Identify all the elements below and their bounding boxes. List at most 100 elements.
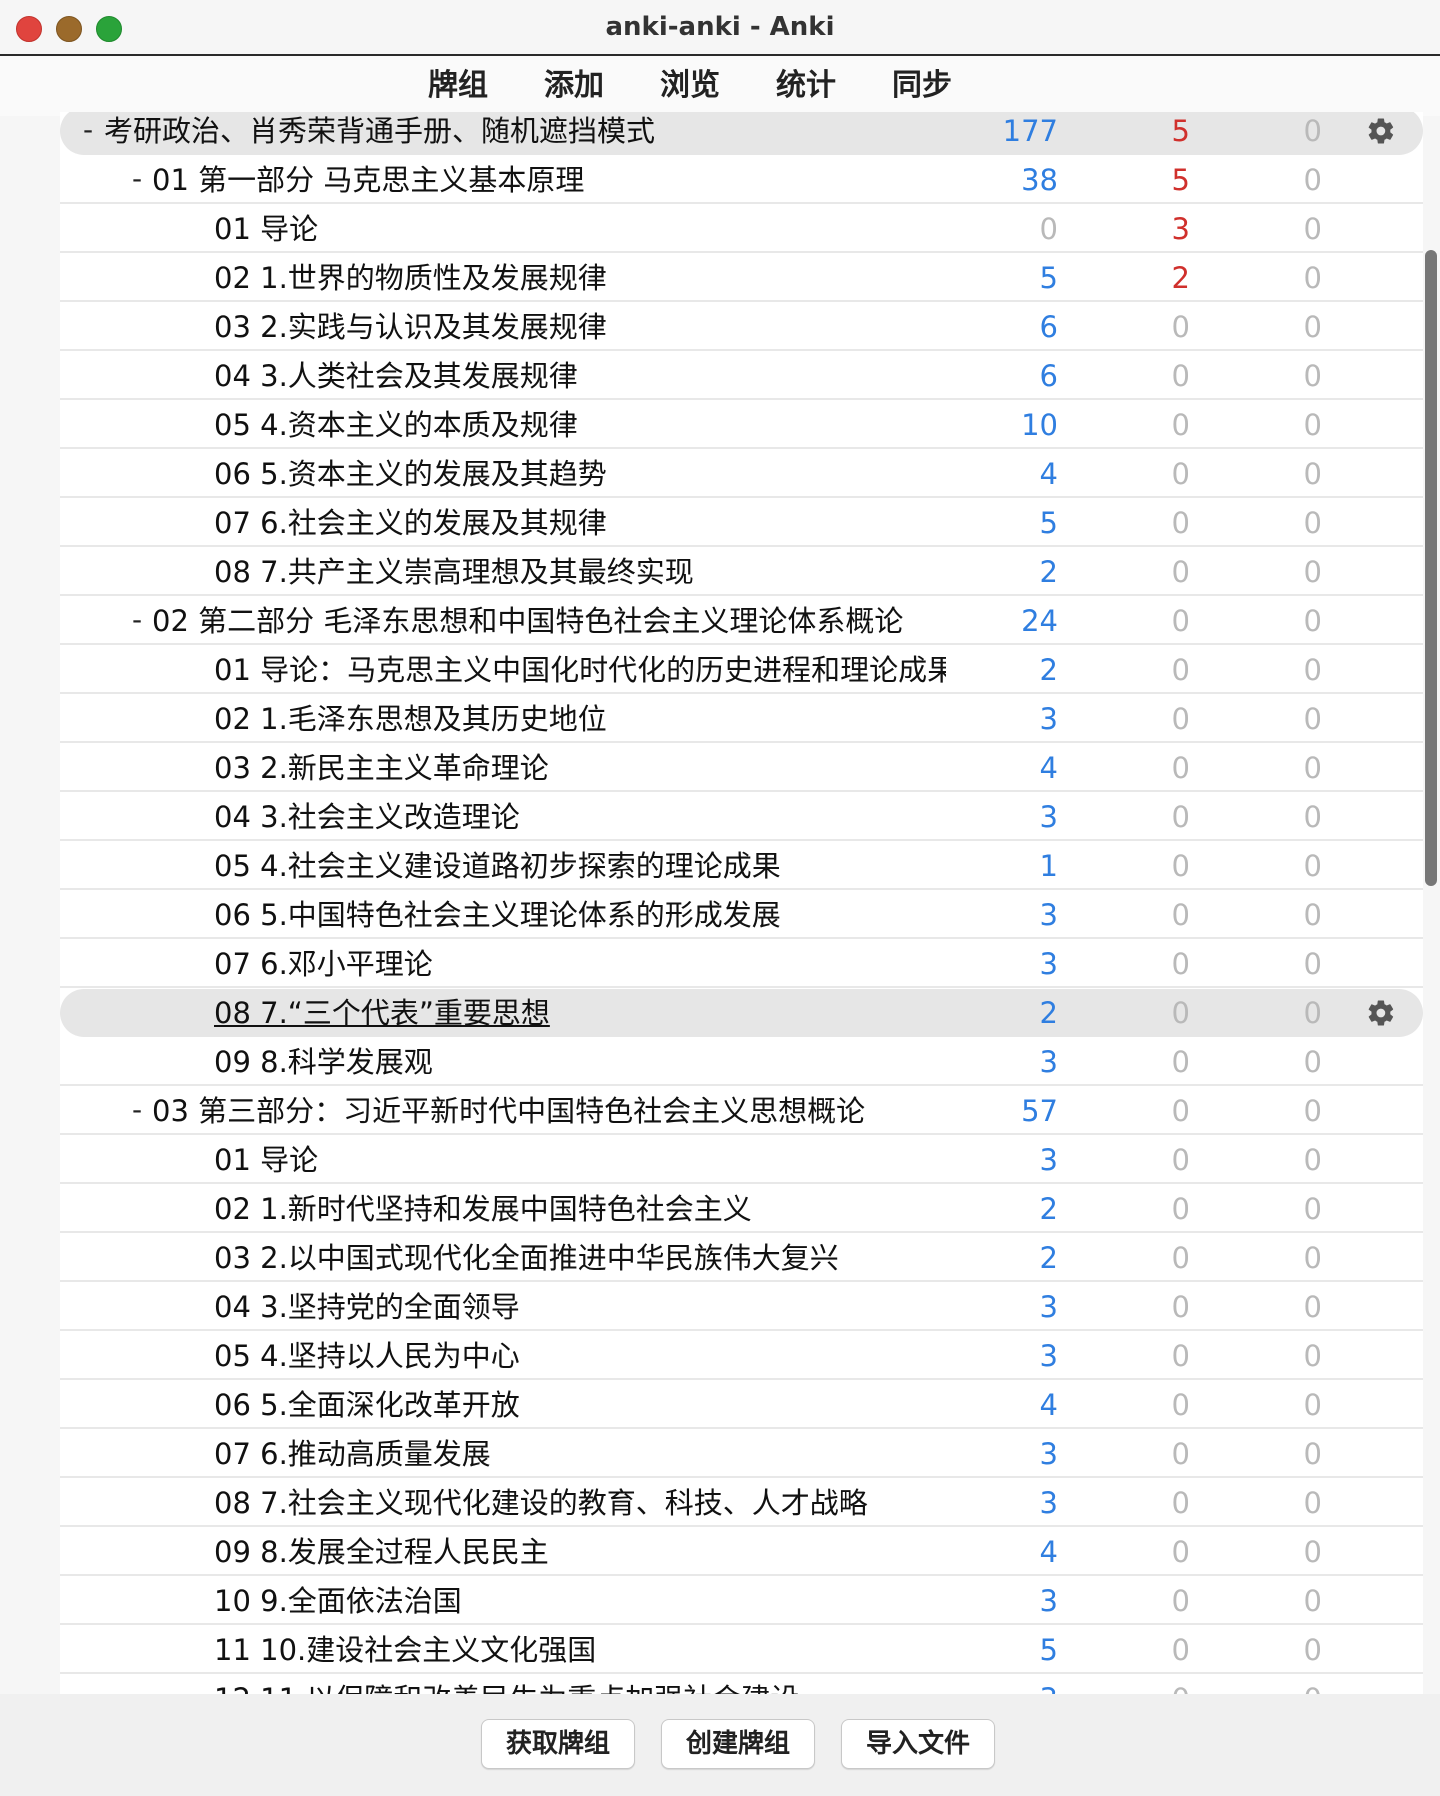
- deck-row[interactable]: 11 10.建设社会主义文化强国 5 0 0: [60, 1626, 1423, 1674]
- collapse-toggle[interactable]: -: [125, 156, 149, 204]
- deck-name[interactable]: 07 6.邓小平理论: [214, 940, 946, 988]
- deck-row[interactable]: 08 7.共产主义崇高理想及其最终实现 2 0 0: [60, 548, 1423, 596]
- deck-list: - 考研政治、肖秀荣背通手册、随机遮挡模式 177 5 0-01 第一部分 马克思主义基…: [60, 112, 1423, 1694]
- review-count: 0: [1303, 947, 1322, 981]
- deck-row[interactable]: 04 3.人类社会及其发展规律 6 0 0: [60, 352, 1423, 400]
- deck-name[interactable]: 03 2.新民主主义革命理论: [214, 744, 946, 792]
- deck-name[interactable]: 03 第三部分：习近平新时代中国特色社会主义思想概论: [152, 1087, 946, 1135]
- deck-row[interactable]: -02 第二部分 毛泽东思想和中国特色社会主义理论体系概论 24 0 0: [60, 597, 1423, 645]
- deck-row[interactable]: -01 第一部分 马克思主义基本原理 38 5 0: [60, 156, 1423, 204]
- deck-name[interactable]: 04 3.社会主义改造理论: [214, 793, 946, 841]
- deck-name[interactable]: 04 3.坚持党的全面领导: [214, 1283, 946, 1331]
- deck-name[interactable]: 01 导论: [214, 205, 946, 253]
- deck-row[interactable]: 05 4.坚持以人民为中心 3 0 0: [60, 1332, 1423, 1380]
- new-count: 3: [1039, 947, 1058, 981]
- new-count: 4: [1039, 1388, 1058, 1422]
- deck-name[interactable]: 06 5.资本主义的发展及其趋势: [214, 450, 946, 498]
- deck-row[interactable]: 09 8.科学发展观 3 0 0: [60, 1038, 1423, 1086]
- review-count: 0: [1303, 604, 1322, 638]
- review-count: 0: [1303, 751, 1322, 785]
- deck-name[interactable]: 02 1.新时代坚持和发展中国特色社会主义: [214, 1185, 946, 1233]
- deck-row[interactable]: 07 6.推动高质量发展 3 0 0: [60, 1430, 1423, 1478]
- deck-name[interactable]: 09 8.发展全过程人民民主: [214, 1528, 946, 1576]
- deck-name[interactable]: 01 导论：马克思主义中国化时代化的历史进程和理论成果: [214, 646, 946, 694]
- review-count: 0: [1303, 163, 1322, 197]
- deck-name[interactable]: 12 11.以保障和改善民生为重点加强社会建设: [214, 1675, 946, 1694]
- learn-count: 0: [1171, 1192, 1190, 1226]
- deck-name[interactable]: 01 导论: [214, 1136, 946, 1184]
- deck-name[interactable]: 05 4.资本主义的本质及规律: [214, 401, 946, 449]
- deck-name[interactable]: 11 10.建设社会主义文化强国: [214, 1626, 946, 1674]
- learn-count: 0: [1171, 1388, 1190, 1422]
- deck-row[interactable]: 03 2.实践与认识及其发展规律 6 0 0: [60, 303, 1423, 351]
- collapse-toggle[interactable]: -: [125, 597, 149, 645]
- toolbar-stats-button[interactable]: 统计: [748, 56, 864, 116]
- deck-row[interactable]: 12 11.以保障和改善民生为重点加强社会建设 3 0 0: [60, 1675, 1423, 1694]
- deck-row[interactable]: 01 导论 3 0 0: [60, 1136, 1423, 1184]
- toolbar-browse-button[interactable]: 浏览: [632, 56, 748, 116]
- import-file-button[interactable]: 导入文件: [841, 1719, 995, 1769]
- deck-row[interactable]: 05 4.社会主义建设道路初步探索的理论成果 1 0 0: [60, 842, 1423, 890]
- deck-row[interactable]: 04 3.社会主义改造理论 3 0 0: [60, 793, 1423, 841]
- deck-list-scrollbar[interactable]: [1422, 112, 1440, 1694]
- deck-row[interactable]: 04 3.坚持党的全面领导 3 0 0: [60, 1283, 1423, 1331]
- new-count: 24: [1021, 604, 1058, 638]
- deck-name[interactable]: 03 2.实践与认识及其发展规律: [214, 303, 946, 351]
- review-count: 0: [1303, 898, 1322, 932]
- create-deck-button[interactable]: 创建牌组: [661, 1719, 815, 1769]
- deck-row[interactable]: 02 1.毛泽东思想及其历史地位 3 0 0: [60, 695, 1423, 743]
- deck-row[interactable]: -03 第三部分：习近平新时代中国特色社会主义思想概论 57 0 0: [60, 1087, 1423, 1135]
- deck-row[interactable]: 03 2.以中国式现代化全面推进中华民族伟大复兴 2 0 0: [60, 1234, 1423, 1282]
- deck-row[interactable]: 08 7.社会主义现代化建设的教育、科技、人才战略 3 0 0: [60, 1479, 1423, 1527]
- deck-row[interactable]: 07 6.邓小平理论 3 0 0: [60, 940, 1423, 988]
- deck-row[interactable]: 02 1.世界的物质性及发展规律 5 2 0: [60, 254, 1423, 302]
- deck-name[interactable]: 08 7.共产主义崇高理想及其最终实现: [214, 548, 946, 596]
- deck-name[interactable]: 01 第一部分 马克思主义基本原理: [152, 156, 946, 204]
- deck-name[interactable]: 08 7.社会主义现代化建设的教育、科技、人才战略: [214, 1479, 946, 1527]
- learn-count: 0: [1171, 1241, 1190, 1275]
- deck-row[interactable]: 06 5.全面深化改革开放 4 0 0: [60, 1381, 1423, 1429]
- deck-name[interactable]: 03 2.以中国式现代化全面推进中华民族伟大复兴: [214, 1234, 946, 1282]
- deck-row[interactable]: 01 导论 0 3 0: [60, 205, 1423, 253]
- deck-name[interactable]: 04 3.人类社会及其发展规律: [214, 352, 946, 400]
- deck-row[interactable]: - 考研政治、肖秀荣背通手册、随机遮挡模式 177 5 0: [60, 112, 1423, 155]
- toolbar-add-button[interactable]: 添加: [516, 56, 632, 116]
- deck-row[interactable]: 08 7.“三个代表”重要思想 2 0 0: [60, 989, 1423, 1037]
- new-count: 3: [1039, 898, 1058, 932]
- deck-name[interactable]: 考研政治、肖秀荣背通手册、随机遮挡模式: [104, 112, 946, 155]
- deck-name[interactable]: 09 8.科学发展观: [214, 1038, 946, 1086]
- deck-name[interactable]: 05 4.坚持以人民为中心: [214, 1332, 946, 1380]
- get-shared-button[interactable]: 获取牌组: [481, 1719, 635, 1769]
- toolbar-decks-button[interactable]: 牌组: [400, 56, 516, 116]
- deck-row[interactable]: 05 4.资本主义的本质及规律 10 0 0: [60, 401, 1423, 449]
- deck-name[interactable]: 02 1.毛泽东思想及其历史地位: [214, 695, 946, 743]
- deck-row[interactable]: 06 5.资本主义的发展及其趋势 4 0 0: [60, 450, 1423, 498]
- learn-count: 0: [1171, 849, 1190, 883]
- deck-name[interactable]: 02 1.世界的物质性及发展规律: [214, 254, 946, 302]
- scrollbar-thumb[interactable]: [1425, 250, 1437, 886]
- deck-name[interactable]: 07 6.推动高质量发展: [214, 1430, 946, 1478]
- deck-row[interactable]: 02 1.新时代坚持和发展中国特色社会主义 2 0 0: [60, 1185, 1423, 1233]
- deck-name[interactable]: 02 第二部分 毛泽东思想和中国特色社会主义理论体系概论: [152, 597, 946, 645]
- deck-name[interactable]: 06 5.中国特色社会主义理论体系的形成发展: [214, 891, 946, 939]
- review-count: 0: [1222, 1675, 1322, 1694]
- deck-name[interactable]: 06 5.全面深化改革开放: [214, 1381, 946, 1429]
- deck-name[interactable]: 05 4.社会主义建设道路初步探索的理论成果: [214, 842, 946, 890]
- deck-row[interactable]: 10 9.全面依法治国 3 0 0: [60, 1577, 1423, 1625]
- collapse-toggle[interactable]: -: [76, 112, 100, 155]
- collapse-toggle[interactable]: -: [125, 1087, 149, 1135]
- deck-name[interactable]: 08 7.“三个代表”重要思想: [214, 989, 946, 1037]
- deck-row[interactable]: 03 2.新民主主义革命理论 4 0 0: [60, 744, 1423, 792]
- learn-count: 0: [1171, 702, 1190, 736]
- deck-row[interactable]: 06 5.中国特色社会主义理论体系的形成发展 3 0 0: [60, 891, 1423, 939]
- deck-row[interactable]: 09 8.发展全过程人民民主 4 0 0: [60, 1528, 1423, 1576]
- review-count: 0: [1303, 310, 1322, 344]
- toolbar-sync-button[interactable]: 同步: [864, 56, 980, 116]
- learn-count: 0: [1171, 604, 1190, 638]
- deck-name[interactable]: 07 6.社会主义的发展及其规律: [214, 499, 946, 547]
- deck-options-gear-icon[interactable]: [1366, 998, 1396, 1028]
- deck-row[interactable]: 01 导论：马克思主义中国化时代化的历史进程和理论成果 2 0 0: [60, 646, 1423, 694]
- deck-options-gear-icon[interactable]: [1366, 116, 1396, 146]
- deck-row[interactable]: 07 6.社会主义的发展及其规律 5 0 0: [60, 499, 1423, 547]
- deck-name[interactable]: 10 9.全面依法治国: [214, 1577, 946, 1625]
